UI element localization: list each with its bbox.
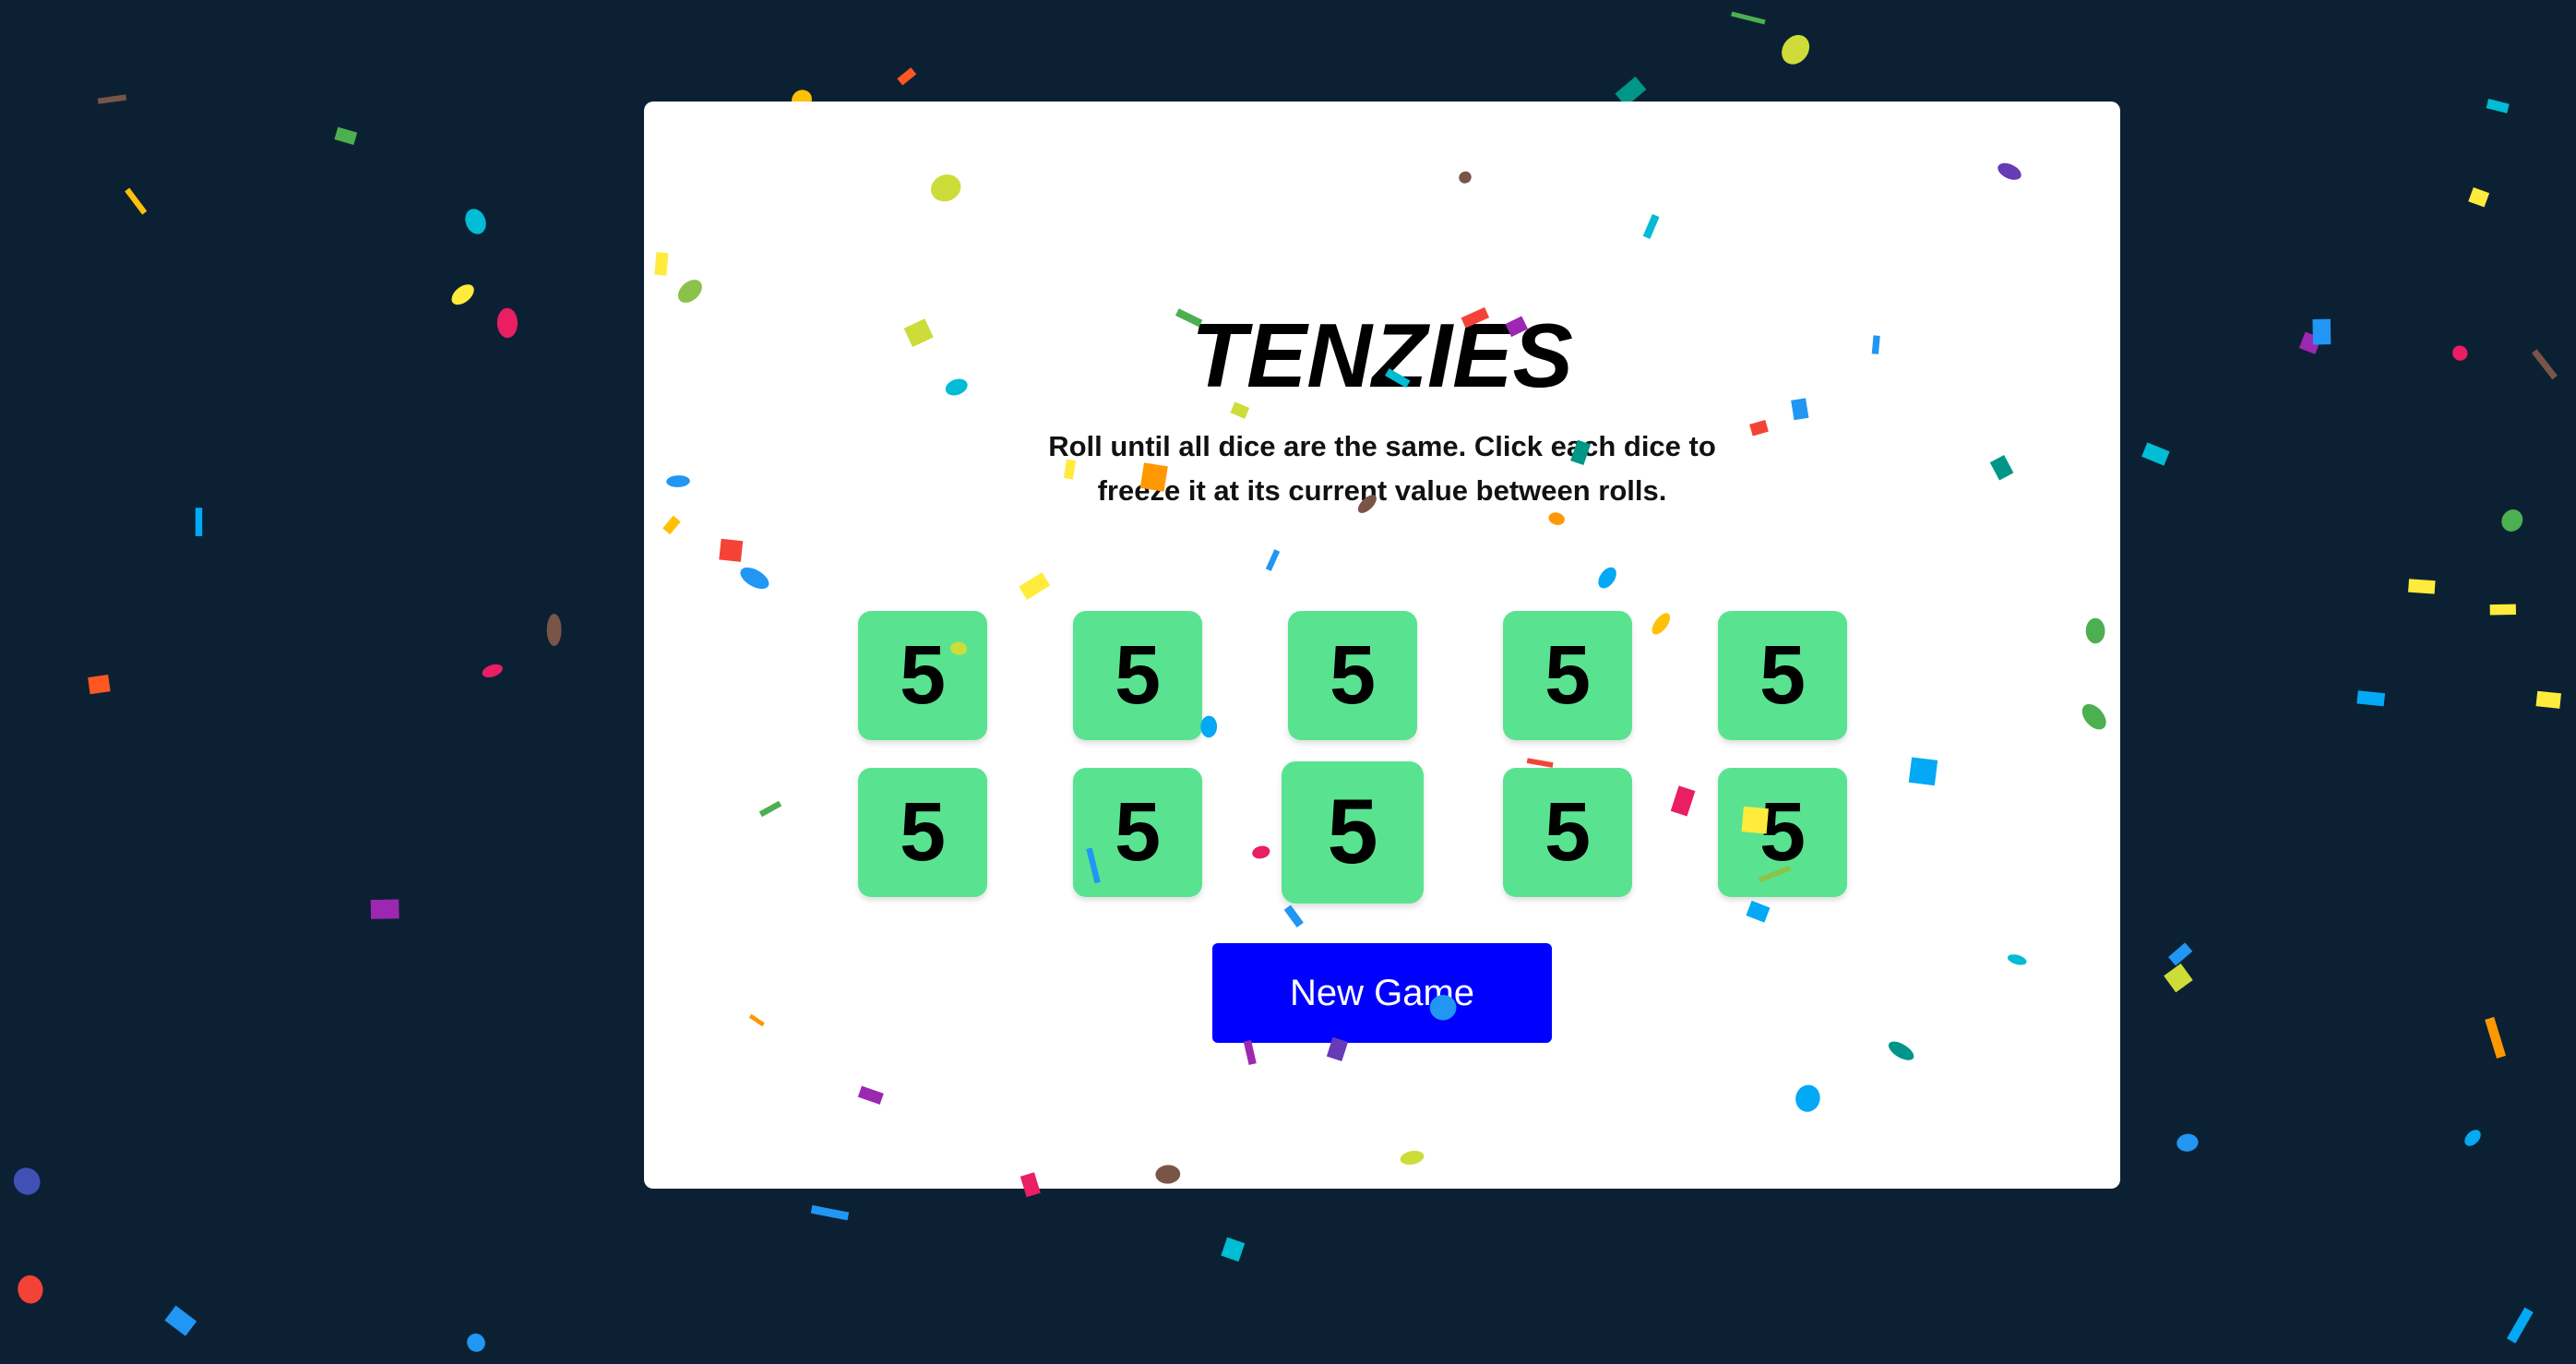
confetti-piece [2507, 1307, 2534, 1344]
die-10[interactable]: 5 [1718, 768, 1847, 897]
die-4[interactable]: 5 [1503, 611, 1632, 740]
confetti-piece [2532, 349, 2558, 380]
confetti-piece [2168, 942, 2193, 966]
die-3[interactable]: 5 [1288, 611, 1417, 740]
dice-grid: 5 5 5 5 5 5 5 5 5 5 [858, 611, 1847, 903]
confetti-piece [2501, 509, 2523, 532]
confetti-piece [164, 1305, 197, 1336]
confetti-piece [2298, 331, 2322, 354]
game-screen: TENZIES Roll until all dice are the same… [0, 0, 2576, 1364]
die-7[interactable]: 5 [1073, 768, 1202, 897]
confetti-piece [125, 187, 148, 215]
confetti-piece [2141, 442, 2170, 466]
confetti-piece [2464, 1130, 2481, 1146]
new-game-button[interactable]: New Game [1212, 943, 1552, 1043]
confetti-piece [496, 307, 519, 339]
confetti-piece [2176, 1133, 2199, 1152]
confetti-piece [897, 67, 917, 86]
confetti-piece [546, 614, 562, 646]
game-card: TENZIES Roll until all dice are the same… [644, 102, 2120, 1189]
confetti-piece [2468, 186, 2490, 208]
confetti-piece [370, 899, 400, 919]
confetti-piece [451, 284, 474, 305]
confetti-piece [334, 126, 358, 146]
confetti-piece [2486, 99, 2510, 114]
confetti-piece [88, 675, 111, 695]
confetti-piece [2535, 690, 2561, 709]
confetti-piece [1221, 1237, 1246, 1262]
confetti-piece [467, 1334, 485, 1352]
die-8[interactable]: 5 [1282, 761, 1424, 903]
game-title: TENZIES [1191, 305, 1573, 406]
confetti-piece [2485, 1016, 2507, 1059]
die-1[interactable]: 5 [858, 611, 987, 740]
confetti-piece [2312, 318, 2332, 345]
confetti-piece [465, 209, 486, 234]
confetti-piece [1782, 34, 1810, 65]
confetti-piece [2452, 345, 2468, 361]
confetti-piece [97, 94, 127, 104]
die-9[interactable]: 5 [1503, 768, 1632, 897]
confetti-piece [2408, 579, 2436, 594]
confetti-piece [18, 1274, 43, 1304]
confetti-piece [1731, 11, 1766, 25]
confetti-piece [195, 508, 203, 536]
confetti-piece [13, 1167, 41, 1195]
die-5[interactable]: 5 [1718, 611, 1847, 740]
game-instructions: Roll until all dice are the same. Click … [1048, 430, 1716, 507]
confetti-piece [2489, 604, 2516, 616]
confetti-piece [482, 664, 503, 678]
confetti-piece [2164, 963, 2193, 993]
confetti-piece [2356, 690, 2386, 707]
confetti-piece [810, 1204, 850, 1221]
die-2[interactable]: 5 [1073, 611, 1202, 740]
die-6[interactable]: 5 [858, 768, 987, 897]
